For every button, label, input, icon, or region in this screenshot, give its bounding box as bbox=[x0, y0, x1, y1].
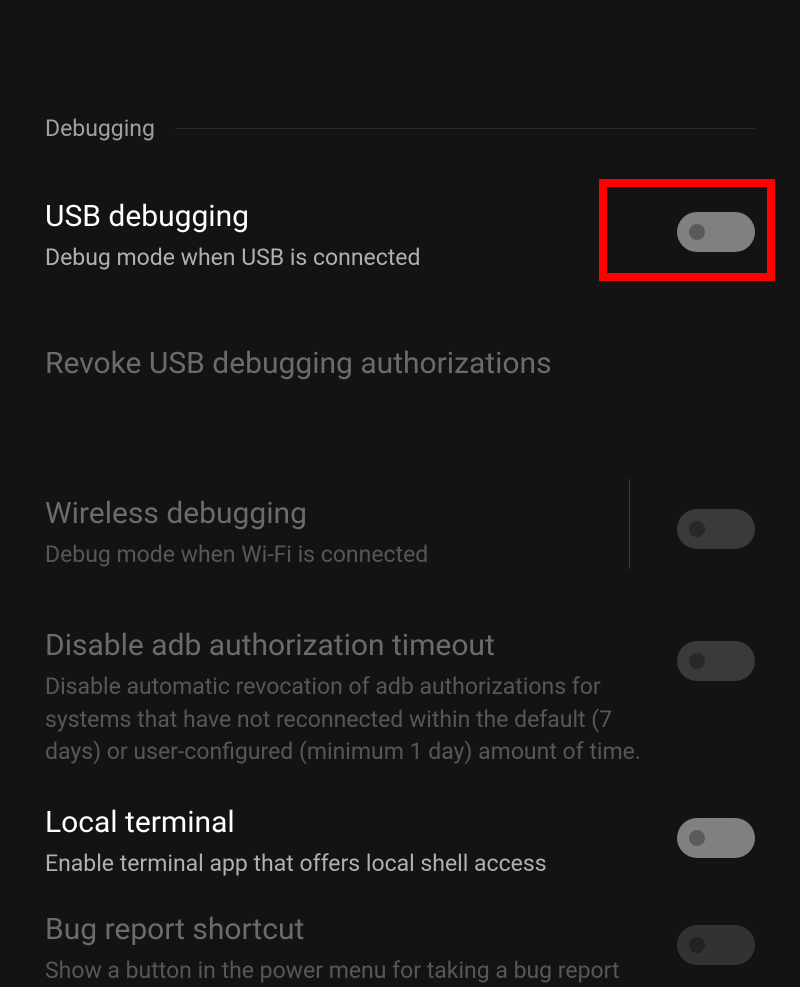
setting-title: Bug report shortcut bbox=[45, 910, 647, 949]
setting-local-terminal[interactable]: Local terminal Enable terminal app that … bbox=[45, 803, 755, 880]
toggle-wireless-debugging[interactable] bbox=[677, 509, 755, 549]
divider bbox=[629, 479, 630, 569]
setting-title: Revoke USB debugging authorizations bbox=[45, 344, 725, 383]
toggle-local-terminal[interactable] bbox=[677, 818, 755, 858]
setting-text: Disable adb authorization timeout Disabl… bbox=[45, 626, 677, 768]
setting-title: USB debugging bbox=[45, 197, 647, 236]
setting-bug-report[interactable]: Bug report shortcut Show a button in the… bbox=[45, 910, 755, 987]
setting-subtitle: Enable terminal app that offers local sh… bbox=[45, 848, 647, 880]
setting-text: Local terminal Enable terminal app that … bbox=[45, 803, 677, 880]
toggle-knob bbox=[689, 830, 705, 846]
setting-text: Bug report shortcut Show a button in the… bbox=[45, 910, 677, 987]
setting-usb-debugging[interactable]: USB debugging Debug mode when USB is con… bbox=[45, 197, 755, 274]
setting-subtitle: Debug mode when Wi-Fi is connected bbox=[45, 539, 647, 571]
toggle-knob bbox=[689, 937, 705, 953]
setting-subtitle: Show a button in the power menu for taki… bbox=[45, 955, 647, 987]
setting-text: USB debugging Debug mode when USB is con… bbox=[45, 197, 677, 274]
toggle-knob bbox=[689, 653, 705, 669]
toggle-adb-timeout[interactable] bbox=[677, 641, 755, 681]
setting-title: Disable adb authorization timeout bbox=[45, 626, 647, 665]
setting-title: Local terminal bbox=[45, 803, 647, 842]
toggle-knob bbox=[689, 521, 705, 537]
setting-text: Wireless debugging Debug mode when Wi-Fi… bbox=[45, 494, 677, 571]
highlight-annotation bbox=[599, 179, 775, 281]
settings-container: Debugging USB debugging Debug mode when … bbox=[0, 0, 800, 987]
setting-adb-timeout[interactable]: Disable adb authorization timeout Disabl… bbox=[45, 626, 755, 768]
setting-revoke-authorizations[interactable]: Revoke USB debugging authorizations bbox=[45, 344, 755, 389]
setting-subtitle: Disable automatic revocation of adb auth… bbox=[45, 671, 647, 768]
section-header: Debugging bbox=[45, 115, 755, 142]
section-divider bbox=[175, 128, 755, 129]
section-title: Debugging bbox=[45, 115, 155, 142]
setting-wireless-debugging[interactable]: Wireless debugging Debug mode when Wi-Fi… bbox=[45, 494, 755, 571]
setting-title: Wireless debugging bbox=[45, 494, 647, 533]
setting-subtitle: Debug mode when USB is connected bbox=[45, 242, 647, 274]
toggle-bug-report[interactable] bbox=[677, 925, 755, 965]
setting-text: Revoke USB debugging authorizations bbox=[45, 344, 755, 389]
